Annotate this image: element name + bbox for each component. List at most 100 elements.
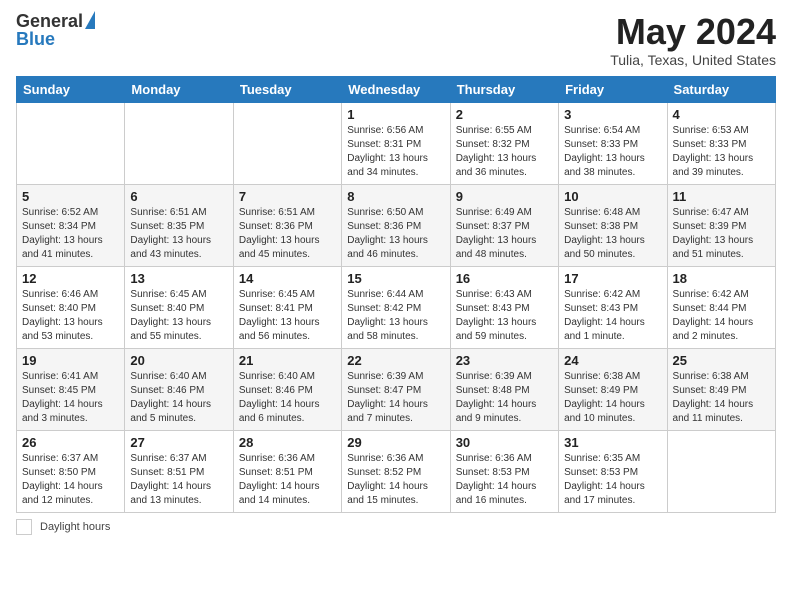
calendar-cell: 14 Sunrise: 6:45 AM Sunset: 8:41 PM Dayli… [233, 266, 341, 348]
day-info: Sunrise: 6:46 AM Sunset: 8:40 PM Dayligh… [22, 288, 119, 344]
calendar-cell: 6Sunrise: 6:51 AM Sunset: 8:35 PM Daylig… [125, 184, 233, 266]
calendar-cell: 27Sunrise: 6:37 AM Sunset: 8:51 PM Dayli… [125, 430, 233, 512]
weekday-header: Tuesday [233, 76, 341, 102]
day-info: Sunrise: 6:54 AM Sunset: 8:33 PM Dayligh… [564, 124, 661, 180]
calendar-cell: 28 Sunrise: 6:36 AM Sunset: 8:51 PM Dayli… [233, 430, 341, 512]
day-info: Sunrise: 6:40 AM Sunset: 8:46 PM Dayligh… [239, 370, 336, 426]
calendar-cell: 13 Sunrise: 6:45 AM Sunset: 8:40 PM Dayli… [125, 266, 233, 348]
day-number: 31 [564, 435, 661, 450]
calendar-cell [17, 102, 125, 184]
legend-text: Daylight hours [40, 521, 110, 533]
day-info: Sunrise: 6:43 AM Sunset: 8:43 PM Dayligh… [456, 288, 553, 344]
day-number: 19 [22, 353, 119, 368]
calendar-cell: 26Sunrise: 6:37 AM Sunset: 8:50 PM Dayli… [17, 430, 125, 512]
day-number: 17 [564, 271, 661, 286]
calendar-cell: 21 Sunrise: 6:40 AM Sunset: 8:46 PM Dayli… [233, 348, 341, 430]
calendar-cell: 16 Sunrise: 6:43 AM Sunset: 8:43 PM Dayli… [450, 266, 558, 348]
calendar-cell: 2 Sunrise: 6:55 AM Sunset: 8:32 PM Daylig… [450, 102, 558, 184]
day-number: 1 [347, 107, 444, 122]
logo: General Blue [16, 12, 95, 50]
day-number: 25 [673, 353, 770, 368]
day-info: Sunrise: 6:36 AM Sunset: 8:52 PM Dayligh… [347, 452, 444, 508]
calendar-week-row: 1 Sunrise: 6:56 AM Sunset: 8:31 PM Daylig… [17, 102, 776, 184]
day-number: 7 [239, 189, 336, 204]
day-number: 13 [130, 271, 227, 286]
day-info: Sunrise: 6:48 AM Sunset: 8:38 PM Dayligh… [564, 206, 661, 262]
calendar-cell: 18Sunrise: 6:42 AM Sunset: 8:44 PM Dayli… [667, 266, 775, 348]
calendar-week-row: 26Sunrise: 6:37 AM Sunset: 8:50 PM Dayli… [17, 430, 776, 512]
day-number: 22 [347, 353, 444, 368]
day-number: 5 [22, 189, 119, 204]
day-info: Sunrise: 6:55 AM Sunset: 8:32 PM Dayligh… [456, 124, 553, 180]
weekday-header: Monday [125, 76, 233, 102]
day-info: Sunrise: 6:38 AM Sunset: 8:49 PM Dayligh… [564, 370, 661, 426]
weekday-header: Saturday [667, 76, 775, 102]
calendar-cell: 30Sunrise: 6:36 AM Sunset: 8:53 PM Dayli… [450, 430, 558, 512]
weekday-header: Thursday [450, 76, 558, 102]
calendar-cell: 22 Sunrise: 6:39 AM Sunset: 8:47 PM Dayli… [342, 348, 450, 430]
day-info: Sunrise: 6:45 AM Sunset: 8:40 PM Dayligh… [130, 288, 227, 344]
calendar-week-row: 5 Sunrise: 6:52 AM Sunset: 8:34 PM Daylig… [17, 184, 776, 266]
day-info: Sunrise: 6:39 AM Sunset: 8:48 PM Dayligh… [456, 370, 553, 426]
calendar-cell: 15 Sunrise: 6:44 AM Sunset: 8:42 PM Dayli… [342, 266, 450, 348]
calendar-cell: 29Sunrise: 6:36 AM Sunset: 8:52 PM Dayli… [342, 430, 450, 512]
day-number: 28 [239, 435, 336, 450]
legend-box [16, 519, 32, 535]
month-title: May 2024 [610, 12, 776, 52]
calendar-header-row: SundayMondayTuesdayWednesdayThursdayFrid… [17, 76, 776, 102]
calendar-cell [667, 430, 775, 512]
calendar-cell: 23 Sunrise: 6:39 AM Sunset: 8:48 PM Dayli… [450, 348, 558, 430]
day-number: 2 [456, 107, 553, 122]
day-info: Sunrise: 6:56 AM Sunset: 8:31 PM Dayligh… [347, 124, 444, 180]
day-info: Sunrise: 6:35 AM Sunset: 8:53 PM Dayligh… [564, 452, 661, 508]
calendar-cell: 4Sunrise: 6:53 AM Sunset: 8:33 PM Daylig… [667, 102, 775, 184]
location: Tulia, Texas, United States [610, 52, 776, 68]
day-info: Sunrise: 6:36 AM Sunset: 8:53 PM Dayligh… [456, 452, 553, 508]
day-number: 14 [239, 271, 336, 286]
calendar-cell: 25 Sunrise: 6:38 AM Sunset: 8:49 PM Dayli… [667, 348, 775, 430]
day-info: Sunrise: 6:40 AM Sunset: 8:46 PM Dayligh… [130, 370, 227, 426]
logo-blue: Blue [16, 30, 55, 50]
calendar-cell [233, 102, 341, 184]
day-number: 16 [456, 271, 553, 286]
calendar-week-row: 19Sunrise: 6:41 AM Sunset: 8:45 PM Dayli… [17, 348, 776, 430]
header: General Blue May 2024 Tulia, Texas, Unit… [16, 12, 776, 68]
calendar-cell: 20 Sunrise: 6:40 AM Sunset: 8:46 PM Dayli… [125, 348, 233, 430]
calendar-cell: 24 Sunrise: 6:38 AM Sunset: 8:49 PM Dayli… [559, 348, 667, 430]
calendar-cell: 9Sunrise: 6:49 AM Sunset: 8:37 PM Daylig… [450, 184, 558, 266]
day-info: Sunrise: 6:45 AM Sunset: 8:41 PM Dayligh… [239, 288, 336, 344]
calendar-cell: 11Sunrise: 6:47 AM Sunset: 8:39 PM Dayli… [667, 184, 775, 266]
day-info: Sunrise: 6:50 AM Sunset: 8:36 PM Dayligh… [347, 206, 444, 262]
day-number: 12 [22, 271, 119, 286]
day-info: Sunrise: 6:51 AM Sunset: 8:36 PM Dayligh… [239, 206, 336, 262]
logo-triangle-icon [85, 11, 95, 29]
calendar-cell: 10 Sunrise: 6:48 AM Sunset: 8:38 PM Dayli… [559, 184, 667, 266]
day-info: Sunrise: 6:38 AM Sunset: 8:49 PM Dayligh… [673, 370, 770, 426]
day-info: Sunrise: 6:47 AM Sunset: 8:39 PM Dayligh… [673, 206, 770, 262]
day-info: Sunrise: 6:51 AM Sunset: 8:35 PM Dayligh… [130, 206, 227, 262]
page: General Blue May 2024 Tulia, Texas, Unit… [0, 0, 792, 547]
day-number: 21 [239, 353, 336, 368]
day-number: 24 [564, 353, 661, 368]
day-info: Sunrise: 6:36 AM Sunset: 8:51 PM Dayligh… [239, 452, 336, 508]
day-number: 15 [347, 271, 444, 286]
day-number: 8 [347, 189, 444, 204]
day-number: 26 [22, 435, 119, 450]
calendar-cell [125, 102, 233, 184]
day-info: Sunrise: 6:44 AM Sunset: 8:42 PM Dayligh… [347, 288, 444, 344]
title-block: May 2024 Tulia, Texas, United States [610, 12, 776, 68]
day-number: 27 [130, 435, 227, 450]
calendar-cell: 31 Sunrise: 6:35 AM Sunset: 8:53 PM Dayli… [559, 430, 667, 512]
day-number: 23 [456, 353, 553, 368]
footer-legend: Daylight hours [16, 519, 776, 535]
calendar-week-row: 12 Sunrise: 6:46 AM Sunset: 8:40 PM Dayli… [17, 266, 776, 348]
day-info: Sunrise: 6:42 AM Sunset: 8:44 PM Dayligh… [673, 288, 770, 344]
day-info: Sunrise: 6:39 AM Sunset: 8:47 PM Dayligh… [347, 370, 444, 426]
calendar-cell: 3Sunrise: 6:54 AM Sunset: 8:33 PM Daylig… [559, 102, 667, 184]
day-info: Sunrise: 6:52 AM Sunset: 8:34 PM Dayligh… [22, 206, 119, 262]
day-number: 10 [564, 189, 661, 204]
calendar-cell: 19Sunrise: 6:41 AM Sunset: 8:45 PM Dayli… [17, 348, 125, 430]
calendar-table: SundayMondayTuesdayWednesdayThursdayFrid… [16, 76, 776, 513]
day-number: 20 [130, 353, 227, 368]
weekday-header: Sunday [17, 76, 125, 102]
